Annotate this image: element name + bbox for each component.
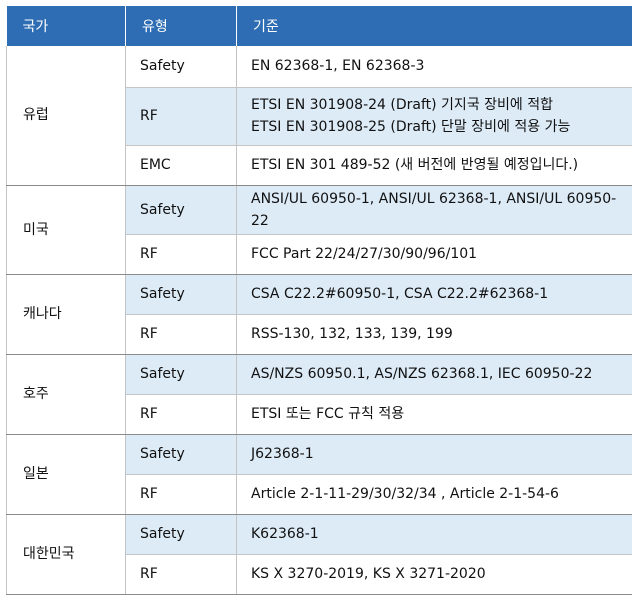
type-cell: RF: [125, 474, 237, 515]
type-cell: RF: [125, 87, 237, 146]
standard-cell: AS/NZS 60950.1, AS/NZS 62368.1, IEC 6095…: [236, 354, 632, 395]
type-cell: Safety: [125, 434, 237, 475]
type-cell: RF: [125, 314, 237, 355]
type-cell: Safety: [125, 514, 237, 555]
type-cell: Safety: [125, 274, 237, 315]
country-cell: 캐나다: [6, 274, 126, 355]
type-cell: EMC: [125, 145, 237, 186]
type-cell: RF: [125, 234, 237, 275]
standard-line: ETSI EN 301908-25 (Draft) 단말 장비에 적용 가능: [251, 119, 571, 135]
standard-cell: ETSI EN 301 489-52 (새 버전에 반영될 예정입니다.): [236, 145, 632, 186]
type-cell: RF: [125, 554, 237, 595]
standard-cell: ETSI 또는 FCC 규칙 적용: [236, 394, 632, 435]
standard-cell: RSS-130, 132, 133, 139, 199: [236, 314, 632, 355]
type-cell: Safety: [125, 354, 237, 395]
table-row: 캐나다 Safety CSA C22.2#60950-1, CSA C22.2#…: [6, 274, 632, 355]
type-cell: Safety: [125, 46, 237, 88]
standard-cell: EN 62368-1, EN 62368-3: [236, 46, 632, 88]
country-cell: 미국: [6, 185, 126, 275]
table-row: 호주 Safety AS/NZS 60950.1, AS/NZS 62368.1…: [6, 354, 632, 435]
standard-cell: KS X 3270-2019, KS X 3271-2020: [236, 554, 632, 595]
country-cell: 대한민국: [6, 514, 126, 595]
standard-line: ETSI EN 301908-24 (Draft) 기지국 장비에 적합: [251, 97, 553, 113]
table-row: 미국 Safety ANSI/UL 60950-1, ANSI/UL 62368…: [6, 185, 632, 275]
standard-cell: J62368-1: [236, 434, 632, 475]
header-standard: 기준: [236, 6, 632, 46]
standard-cell: Article 2-1-11-29/30/32/34 , Article 2-1…: [236, 474, 632, 515]
country-cell: 유럽: [6, 46, 126, 186]
table-row: 유럽 Safety EN 62368-1, EN 62368-3: [6, 46, 632, 186]
standards-table: 국가 유형 기준 유럽 Safety EN 62368-1, EN 62368-…: [6, 6, 632, 595]
standard-cell: FCC Part 22/24/27/30/90/96/101: [236, 234, 632, 275]
standard-cell: ETSI EN 301908-24 (Draft) 기지국 장비에 적합 ETS…: [236, 87, 632, 146]
country-cell: 일본: [6, 434, 126, 515]
standard-cell: ANSI/UL 60950-1, ANSI/UL 62368-1, ANSI/U…: [236, 185, 632, 235]
table-row: 대한민국 Safety K62368-1: [6, 514, 632, 595]
type-cell: Safety: [125, 185, 237, 235]
country-cell: 호주: [6, 354, 126, 435]
type-cell: RF: [125, 394, 237, 435]
table-header-row: 국가 유형 기준: [6, 6, 632, 46]
table-row: 일본 Safety J62368-1: [6, 434, 632, 515]
header-type: 유형: [125, 6, 237, 46]
standard-cell: K62368-1: [236, 514, 632, 555]
header-country: 국가: [6, 6, 126, 46]
standard-cell: CSA C22.2#60950-1, CSA C22.2#62368-1: [236, 274, 632, 315]
